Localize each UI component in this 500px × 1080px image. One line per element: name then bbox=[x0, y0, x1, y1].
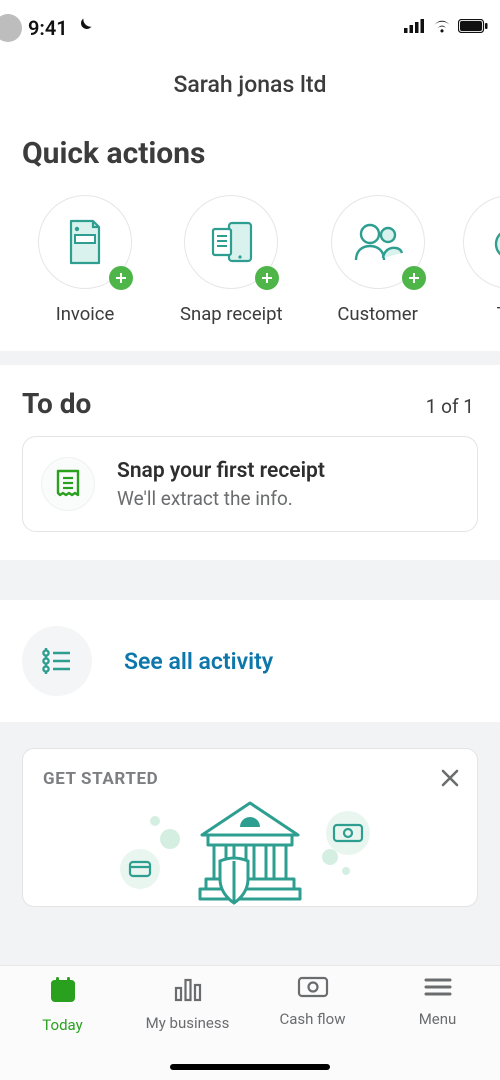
page-title: Sarah jonas ltd bbox=[0, 55, 500, 126]
bank-illustration bbox=[43, 799, 457, 907]
quick-action-label: Customer bbox=[337, 303, 418, 325]
tab-today[interactable]: Today bbox=[0, 976, 125, 1080]
plus-icon bbox=[402, 266, 426, 290]
status-left: 9:41 bbox=[0, 14, 94, 42]
quick-actions-title: Quick actions bbox=[0, 126, 500, 189]
quick-action-label: Snap receipt bbox=[180, 303, 283, 325]
quick-action-label: Trac bbox=[497, 303, 500, 325]
quick-action-invoice[interactable]: Invoice bbox=[38, 195, 132, 325]
close-icon[interactable] bbox=[439, 767, 461, 793]
tab-label: My business bbox=[146, 1014, 230, 1032]
battery-icon bbox=[458, 18, 488, 37]
todo-card-subtitle: We'll extract the info. bbox=[117, 487, 325, 510]
status-time: 9:41 bbox=[28, 16, 68, 40]
plus-icon bbox=[109, 266, 133, 290]
quick-action-label: Invoice bbox=[56, 303, 115, 325]
status-bar: 9:41 bbox=[0, 0, 500, 55]
status-right bbox=[404, 18, 488, 37]
todo-card-snap-receipt[interactable]: Snap your first receipt We'll extract th… bbox=[22, 436, 478, 532]
quick-action-snap-receipt[interactable]: Snap receipt bbox=[180, 195, 283, 325]
tab-label: Today bbox=[42, 1016, 82, 1034]
menu-icon bbox=[423, 976, 453, 1002]
receipt-icon bbox=[41, 457, 95, 511]
todo-count: 1 of 1 bbox=[426, 395, 474, 418]
bars-icon bbox=[173, 976, 203, 1006]
receipt-phone-icon bbox=[184, 195, 278, 289]
tab-label: Cash flow bbox=[280, 1010, 346, 1028]
see-all-activity-link[interactable]: See all activity bbox=[124, 648, 273, 675]
invoice-icon bbox=[38, 195, 132, 289]
quick-action-customer[interactable]: Customer bbox=[331, 195, 425, 325]
clock-icon bbox=[463, 195, 500, 289]
home-indicator[interactable] bbox=[170, 1064, 330, 1070]
calendar-icon bbox=[48, 976, 78, 1008]
tab-label: Menu bbox=[419, 1010, 457, 1028]
tab-menu[interactable]: Menu bbox=[375, 976, 500, 1080]
people-icon bbox=[331, 195, 425, 289]
cash-icon bbox=[297, 976, 329, 1002]
todo-card-title: Snap your first receipt bbox=[117, 459, 325, 483]
get-started-card[interactable]: GET STARTED bbox=[22, 748, 478, 907]
wifi-icon bbox=[432, 18, 452, 37]
get-started-title: GET STARTED bbox=[43, 769, 457, 789]
quick-action-track[interactable]: Trac bbox=[473, 195, 500, 325]
plus-icon bbox=[255, 266, 279, 290]
quick-actions-row[interactable]: Invoice Snap receipt bbox=[0, 189, 500, 351]
moon-icon bbox=[74, 16, 94, 40]
cellular-icon bbox=[404, 18, 426, 37]
todo-title: To do bbox=[22, 387, 91, 420]
timeline-icon bbox=[22, 626, 92, 696]
status-recording-indicator bbox=[0, 14, 22, 42]
quick-actions-section: Quick actions Invoice bbox=[0, 126, 500, 351]
tab-bar: Today My business Cash flow Menu bbox=[0, 965, 500, 1080]
see-all-activity-row[interactable]: See all activity bbox=[0, 600, 500, 722]
todo-section: To do 1 of 1 Snap your first receipt We'… bbox=[0, 365, 500, 560]
